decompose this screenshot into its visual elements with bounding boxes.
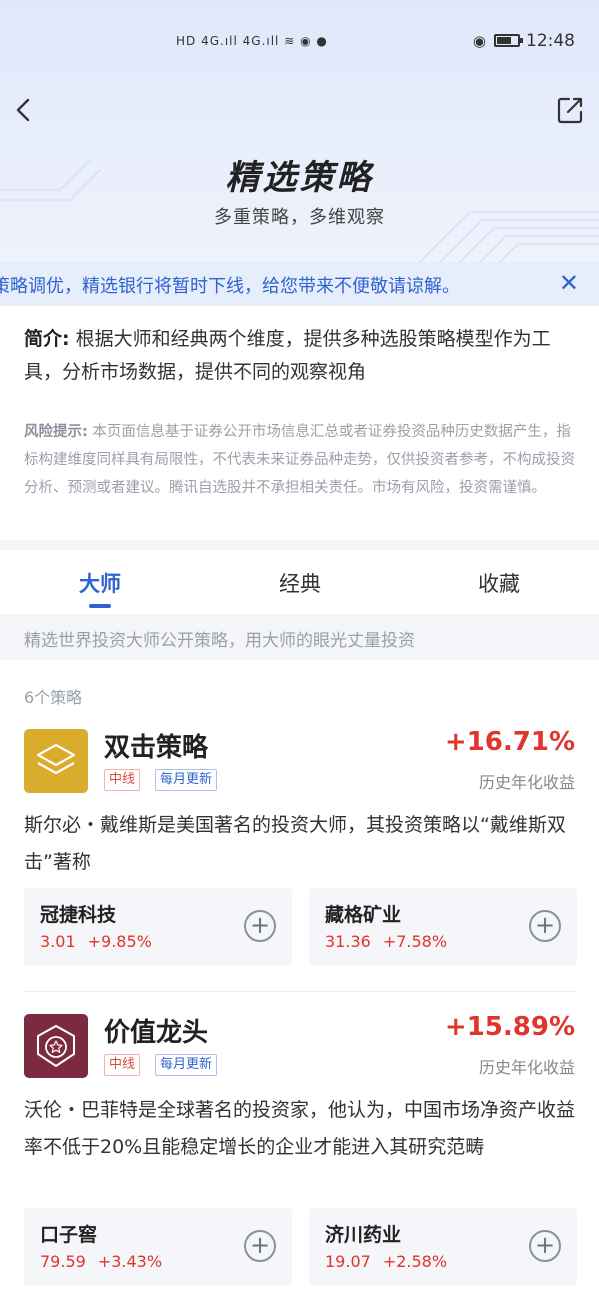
stock-quote: 79.59 +3.43% — [40, 1252, 162, 1271]
star-badge-icon — [24, 1014, 88, 1078]
page-subtitle: 多重策略，多维观察 — [214, 207, 385, 228]
stock-item[interactable]: 藏格矿业 31.36 +7.58% + — [309, 888, 577, 966]
stock-name: 冠捷科技 — [40, 904, 117, 926]
risk-body: 本页面信息基于证券公开市场信息汇总或者证券投资品种历史数据产生，指标构建维度同样… — [24, 424, 575, 496]
stock-name: 藏格矿业 — [325, 904, 402, 926]
add-watchlist-icon[interactable]: + — [244, 910, 276, 942]
stock-price: 79.59 — [40, 1252, 86, 1271]
intro-label: 简介: — [24, 328, 70, 350]
annual-return-label: 历史年化收益 — [478, 1058, 575, 1077]
active-tab-indicator — [89, 604, 111, 608]
add-watchlist-icon[interactable]: + — [529, 1230, 561, 1262]
strategy-name: 价值龙头 — [104, 1018, 209, 1048]
strategy-count: 6个策略 — [24, 688, 83, 707]
battery-icon — [494, 34, 523, 47]
network-indicators: HD 4G.ıll 4G.ıll ≋ ◉ ● — [176, 34, 328, 48]
stock-change: +7.58% — [382, 932, 448, 951]
annual-return: +15.89% — [444, 1012, 575, 1042]
stock-change: +9.85% — [87, 932, 152, 951]
stock-price: 3.01 — [40, 932, 76, 951]
annual-return-label: 历史年化收益 — [478, 773, 575, 792]
card-divider — [24, 991, 576, 992]
section-divider — [0, 540, 599, 550]
update-tag: 每月更新 — [155, 1054, 218, 1076]
intro-body: 根据大师和经典两个维度，提供多种选股策略模型作为工具，分析市场数据，提供不同的观… — [24, 328, 551, 383]
tab-favorites[interactable]: 收藏 — [459, 568, 539, 598]
update-tag: 每月更新 — [155, 769, 218, 791]
term-tag: 中线 — [104, 769, 141, 791]
close-icon[interactable]: ✕ — [559, 270, 579, 296]
stock-quote: 31.36 +7.58% — [325, 932, 447, 951]
stock-item[interactable]: 口子窖 79.59 +3.43% + — [24, 1208, 292, 1286]
tab-classic[interactable]: 经典 — [260, 568, 340, 598]
intro-text: 简介: 根据大师和经典两个维度，提供多种选股策略模型作为工具，分析市场数据，提供… — [24, 323, 574, 389]
stock-name: 口子窖 — [40, 1224, 98, 1246]
term-tag: 中线 — [104, 1054, 141, 1076]
eye-icon: ◉ — [472, 32, 486, 50]
share-icon — [557, 97, 583, 124]
share-button[interactable] — [555, 94, 585, 126]
stock-quote: 19.07 +2.58% — [325, 1252, 447, 1271]
annual-return: +16.71% — [444, 727, 575, 757]
tab-description: 精选世界投资大师公开策略，用大师的眼光丈量投资 — [0, 614, 599, 660]
chevron-left-icon — [16, 98, 30, 122]
status-bar: HD 4G.ıll 4G.ıll ≋ ◉ ● ◉ 12:48 — [0, 28, 599, 60]
stock-quote: 3.01 +9.85% — [40, 932, 152, 951]
tab-masters[interactable]: 大师 — [60, 568, 140, 598]
stock-change: +2.58% — [382, 1252, 448, 1271]
stock-item[interactable]: 济川药业 19.07 +2.58% + — [309, 1208, 577, 1286]
stock-price: 19.07 — [325, 1252, 371, 1271]
clock: 12:48 — [526, 31, 575, 51]
risk-disclaimer: 风险提示: 本页面信息基于证券公开市场信息汇总或者证券投资品种历史数据产生，指标… — [24, 418, 578, 502]
status-right: ◉ 12:48 — [473, 31, 575, 51]
stock-price: 31.36 — [325, 932, 371, 951]
notice-text: 策略调优，精选银行将暂时下线，给您带来不便敬请谅解。 — [0, 276, 460, 297]
tab-bar: 大师 经典 收藏 — [0, 550, 599, 614]
stock-name: 济川药业 — [325, 1224, 402, 1246]
add-watchlist-icon[interactable]: + — [244, 1230, 276, 1262]
risk-label: 风险提示: — [24, 424, 88, 440]
strategy-description: 沃伦・巴菲特是全球著名的投资家，他认为，中国市场净资产收益率不低于20%且能稳定… — [24, 1099, 576, 1158]
stock-change: +3.43% — [97, 1252, 163, 1271]
layers-icon — [24, 729, 88, 793]
back-button[interactable] — [10, 94, 40, 126]
strategy-description: 斯尔必・戴维斯是美国著名的投资大师，其投资策略以“戴维斯双击”著称 — [24, 814, 566, 873]
header-hero: HD 4G.ıll 4G.ıll ≋ ◉ ● ◉ 12:48 精选策略 多重策略，… — [0, 0, 599, 262]
add-watchlist-icon[interactable]: + — [529, 910, 561, 942]
notice-banner: 策略调优，精选银行将暂时下线，给您带来不便敬请谅解。 ✕ — [0, 262, 599, 306]
page-title: 精选策略 — [225, 158, 374, 198]
strategy-name: 双击策略 — [104, 733, 209, 763]
stock-item[interactable]: 冠捷科技 3.01 +9.85% + — [24, 888, 292, 966]
